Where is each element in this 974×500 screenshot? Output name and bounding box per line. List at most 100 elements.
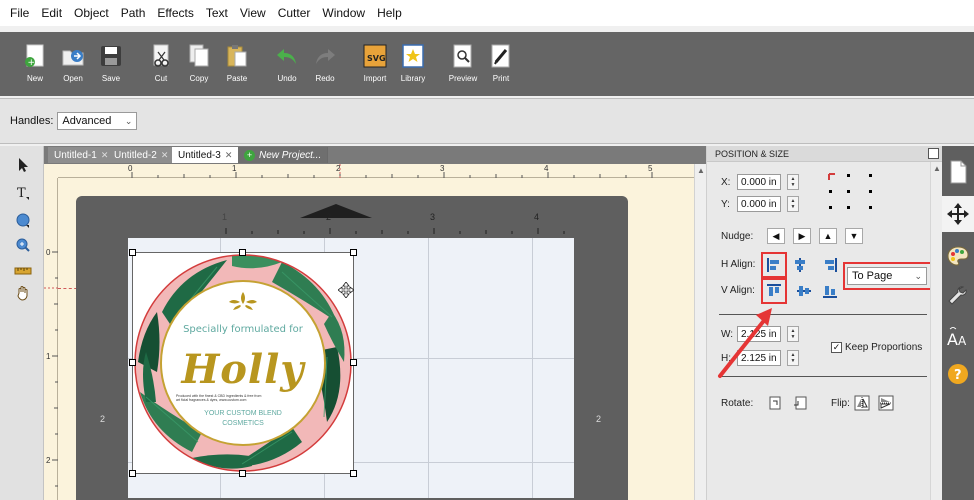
print-button[interactable]: Print bbox=[482, 40, 520, 90]
highlight-box bbox=[843, 262, 933, 290]
rotate-right-icon bbox=[794, 396, 807, 410]
menu-path[interactable]: Path bbox=[115, 6, 152, 20]
panel-tab-tools[interactable] bbox=[942, 278, 974, 314]
menu-edit[interactable]: Edit bbox=[35, 6, 68, 20]
panel-scrollbar[interactable]: ▲ bbox=[930, 162, 942, 500]
cut-icon bbox=[149, 44, 173, 68]
rotate-left-button[interactable] bbox=[767, 394, 785, 412]
keep-proportions-checkbox[interactable]: ✓ bbox=[831, 342, 842, 353]
panel-tab-help[interactable]: ? bbox=[942, 356, 974, 392]
tab-untitled-3[interactable]: Untitled-3 ✕ bbox=[172, 147, 240, 163]
measure-tool[interactable] bbox=[12, 260, 34, 282]
menu-file[interactable]: File bbox=[4, 6, 35, 20]
panel-tab-text[interactable]: AA bbox=[942, 320, 974, 356]
handles-label: Handles: bbox=[10, 115, 54, 127]
ruler-label: 1 bbox=[232, 164, 237, 173]
tab-untitled-2[interactable]: Untitled-2 ✕ bbox=[108, 147, 176, 163]
y-spinner[interactable]: ▲ ▼ bbox=[787, 196, 799, 212]
close-icon[interactable]: ✕ bbox=[225, 150, 233, 161]
flip-horizontal-icon bbox=[854, 395, 870, 411]
menu-text[interactable]: Text bbox=[200, 6, 234, 20]
panel-tab-position-size[interactable] bbox=[942, 196, 974, 232]
svg-text:A: A bbox=[958, 334, 967, 348]
menu-object[interactable]: Object bbox=[68, 6, 115, 20]
new-icon: + bbox=[23, 44, 47, 68]
nudge-left-button[interactable]: ◀ bbox=[767, 228, 785, 244]
text-tool[interactable]: T bbox=[12, 182, 34, 204]
menu-window[interactable]: Window bbox=[316, 6, 371, 20]
library-icon bbox=[401, 44, 425, 68]
open-button[interactable]: Open bbox=[54, 40, 92, 90]
nudge-down-button[interactable]: ▼ bbox=[845, 228, 863, 244]
import-button[interactable]: SVG Import bbox=[356, 40, 394, 90]
menu-cutter[interactable]: Cutter bbox=[272, 6, 317, 20]
resize-handle[interactable] bbox=[350, 359, 357, 366]
align-bottom-icon bbox=[823, 286, 837, 298]
expand-icon[interactable] bbox=[928, 148, 939, 159]
reference-point-grid[interactable] bbox=[827, 172, 879, 216]
menu-view[interactable]: View bbox=[234, 6, 272, 20]
mat-ruler-label: 1 bbox=[222, 212, 228, 222]
save-icon bbox=[99, 44, 123, 68]
panel-tab-page[interactable] bbox=[942, 154, 974, 190]
chevron-up-icon[interactable]: ▲ bbox=[933, 164, 941, 173]
nudge-up-button[interactable]: ▲ bbox=[819, 228, 837, 244]
save-button[interactable]: Save bbox=[92, 40, 130, 90]
redo-button[interactable]: Redo bbox=[306, 40, 344, 90]
preview-button[interactable]: Preview bbox=[444, 40, 482, 90]
height-spinner[interactable]: ▲ ▼ bbox=[787, 350, 799, 366]
panel-header: POSITION & SIZE bbox=[707, 146, 943, 162]
cut-button[interactable]: Cut bbox=[142, 40, 180, 90]
resize-handle[interactable] bbox=[239, 249, 246, 256]
menu-help[interactable]: Help bbox=[371, 6, 408, 20]
tab-new-project[interactable]: + New Project... bbox=[238, 147, 329, 163]
flip-vertical-button[interactable] bbox=[877, 394, 895, 412]
resize-handle[interactable] bbox=[239, 470, 246, 477]
chevron-up-icon[interactable]: ▲ bbox=[697, 166, 705, 175]
copy-button[interactable]: Copy bbox=[180, 40, 218, 90]
rotate-right-button[interactable] bbox=[791, 394, 809, 412]
height-field[interactable]: 2.125 in bbox=[737, 350, 781, 366]
pan-tool[interactable] bbox=[12, 282, 34, 304]
document-workspace[interactable]: Untitled-1 ✕ Untitled-2 ✕ Untitled-3 ✕ + Ne… bbox=[44, 146, 706, 500]
handles-bar: Handles: Advanced ⌄ bbox=[0, 98, 974, 144]
resize-handle[interactable] bbox=[129, 470, 136, 477]
selection-box bbox=[132, 252, 354, 474]
align-bottom-button[interactable] bbox=[821, 282, 839, 300]
page-icon bbox=[950, 160, 967, 184]
menu-effects[interactable]: Effects bbox=[151, 6, 199, 20]
flip-horizontal-button[interactable] bbox=[853, 394, 871, 412]
resize-handle[interactable] bbox=[129, 249, 136, 256]
align-right-button[interactable] bbox=[821, 256, 839, 274]
h-align-label: H Align: bbox=[721, 259, 756, 270]
zoom-tool[interactable] bbox=[12, 234, 34, 256]
tab-untitled-1[interactable]: Untitled-1 ✕ bbox=[48, 147, 116, 163]
width-field[interactable]: 2.125 in bbox=[737, 326, 781, 342]
arrow-right-icon: ▶ bbox=[798, 230, 806, 241]
flip-label: Flip: bbox=[831, 398, 850, 409]
x-spinner[interactable]: ▲ ▼ bbox=[787, 174, 799, 190]
undo-button[interactable]: Undo bbox=[268, 40, 306, 90]
select-tool[interactable] bbox=[12, 154, 34, 176]
align-center-h-button[interactable] bbox=[791, 256, 809, 274]
x-field[interactable]: 0.000 in bbox=[737, 174, 781, 190]
mat-side-label: 2 bbox=[596, 414, 602, 424]
paste-button[interactable]: Paste bbox=[218, 40, 256, 90]
nudge-right-button[interactable]: ▶ bbox=[793, 228, 811, 244]
resize-handle[interactable] bbox=[129, 359, 136, 366]
panel-tab-color[interactable] bbox=[942, 238, 974, 274]
library-button[interactable]: Library bbox=[394, 40, 432, 90]
x-label: X: bbox=[721, 177, 731, 188]
resize-handle[interactable] bbox=[350, 470, 357, 477]
align-middle-button[interactable] bbox=[795, 282, 813, 300]
close-icon[interactable]: ✕ bbox=[161, 150, 169, 161]
resize-handle[interactable] bbox=[350, 249, 357, 256]
main-toolbar: + New Open Save Cut Copy Paste Undo Redo… bbox=[0, 32, 974, 96]
move-icon bbox=[947, 203, 969, 225]
width-spinner[interactable]: ▲ ▼ bbox=[787, 326, 799, 342]
new-button[interactable]: + New bbox=[16, 40, 54, 90]
workspace-scrollbar[interactable]: ▲ bbox=[694, 164, 706, 500]
shape-tool[interactable] bbox=[12, 210, 34, 232]
handles-select[interactable]: Advanced ⌄ bbox=[57, 112, 138, 130]
y-field[interactable]: 0.000 in bbox=[737, 196, 781, 212]
